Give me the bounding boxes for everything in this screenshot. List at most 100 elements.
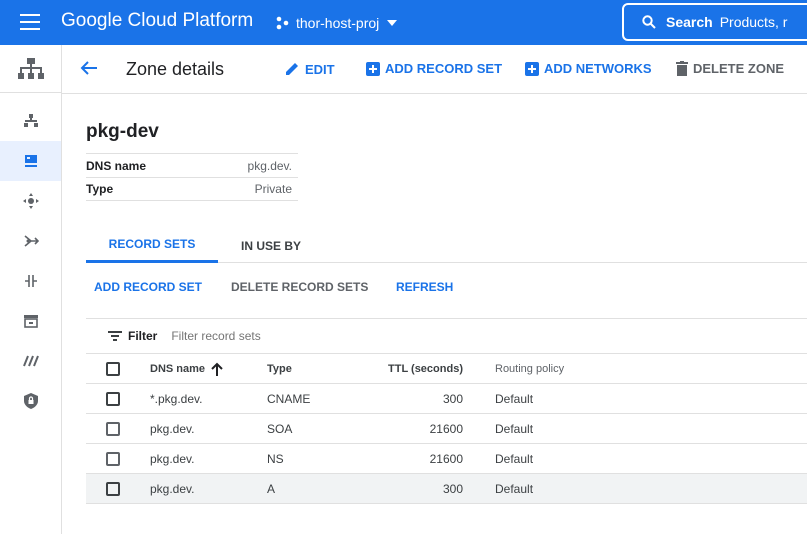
edit-button[interactable]: EDIT xyxy=(284,61,335,77)
row-checkbox[interactable] xyxy=(106,421,120,436)
column-header-dns-name[interactable]: DNS name xyxy=(150,353,267,384)
tab-record-sets[interactable]: RECORD SETS xyxy=(86,228,218,263)
detail-value: pkg.dev. xyxy=(247,158,292,173)
header-add-record-set-button[interactable]: ADD RECORD SET xyxy=(366,61,502,76)
app-title[interactable]: Google Cloud Platform xyxy=(61,10,253,32)
detail-row-type: Type Private xyxy=(86,177,298,201)
private-service-connect-icon[interactable] xyxy=(0,381,61,421)
add-record-set-label: ADD RECORD SET xyxy=(385,61,503,76)
detail-key: DNS name xyxy=(86,158,147,173)
spacer-cell xyxy=(463,413,495,444)
cell-type: CNAME xyxy=(267,383,367,414)
row-select-cell xyxy=(86,413,150,444)
tab-in-use-by[interactable]: IN USE BY xyxy=(218,228,324,263)
record-sets-table: DNS name Type TTL (seconds) Routing poli… xyxy=(86,353,807,504)
project-selector[interactable]: thor-host-proj xyxy=(276,12,403,34)
select-all-checkbox[interactable] xyxy=(106,361,120,376)
cell-type: SOA xyxy=(267,413,367,444)
search-icon xyxy=(642,15,656,29)
network-services-icon[interactable] xyxy=(0,45,61,93)
spacer-cell xyxy=(463,443,495,474)
zone-details-list: DNS name pkg.dev. Type Private xyxy=(86,153,298,201)
project-icon xyxy=(276,16,289,30)
cell-dns-name: pkg.dev. xyxy=(150,473,267,504)
cdn-icon[interactable] xyxy=(0,181,61,221)
page-title: Zone details xyxy=(126,59,225,79)
row-checkbox[interactable] xyxy=(106,391,120,406)
column-header-routing-policy[interactable]: Routing policy xyxy=(495,353,807,384)
column-label: Routing policy xyxy=(495,362,565,375)
arrow-up-icon xyxy=(211,362,223,376)
detail-value: Private xyxy=(254,182,292,196)
cell-routing-policy: Default xyxy=(495,413,807,444)
cell-ttl: 300 xyxy=(367,473,463,504)
cell-routing-policy: Default xyxy=(495,473,807,504)
add-box-icon xyxy=(366,61,380,76)
service-directory-icon[interactable] xyxy=(0,301,61,341)
trash-icon xyxy=(676,61,688,76)
select-all-cell xyxy=(86,353,150,384)
traffic-director-icon[interactable] xyxy=(0,261,61,301)
row-select-cell xyxy=(86,443,150,474)
project-name: thor-host-proj xyxy=(296,15,380,31)
delete-record-sets-button[interactable]: DELETE RECORD SETS xyxy=(231,280,368,294)
search-label: Search xyxy=(666,14,713,30)
detail-key: Type xyxy=(86,182,114,196)
column-label: TTL (seconds) xyxy=(388,362,463,375)
spacer-cell xyxy=(463,353,495,384)
detail-row-dns-name: DNS name pkg.dev. xyxy=(86,153,298,177)
pencil-icon xyxy=(286,63,298,75)
add-box-icon xyxy=(525,61,539,76)
add-networks-label: ADD NETWORKS xyxy=(544,61,652,76)
column-label: DNS name xyxy=(150,362,206,375)
cell-routing-policy: Default xyxy=(495,443,807,474)
table-row[interactable]: *.pkg.dev. CNAME 300 Default xyxy=(86,383,807,414)
filter-bar: Filter xyxy=(86,318,807,353)
cell-ttl: 300 xyxy=(367,383,463,414)
filter-input[interactable] xyxy=(171,329,472,343)
table-header-row: DNS name Type TTL (seconds) Routing poli… xyxy=(86,353,807,384)
search-box[interactable]: Search Products, r xyxy=(622,3,807,41)
column-label: Type xyxy=(267,362,292,375)
table-row[interactable]: pkg.dev. A 300 Default xyxy=(86,473,807,504)
cell-type: A xyxy=(267,473,367,504)
zone-header-bar: Zone details EDIT ADD RECORD SET ADD NET… xyxy=(62,45,807,94)
row-checkbox[interactable] xyxy=(106,451,120,466)
row-select-cell xyxy=(86,383,150,414)
cell-dns-name: *.pkg.dev. xyxy=(150,383,267,414)
cloud-nat-icon[interactable] xyxy=(0,221,61,261)
chevron-down-icon xyxy=(387,20,398,26)
top-bar: Google Cloud Platform thor-host-proj Sea… xyxy=(0,0,807,45)
cell-type: NS xyxy=(267,443,367,474)
delete-zone-label: DELETE ZONE xyxy=(693,61,785,76)
cell-dns-name: pkg.dev. xyxy=(150,413,267,444)
search-placeholder: Products, r xyxy=(719,14,788,30)
left-nav-rail xyxy=(0,45,62,534)
spacer-cell xyxy=(463,473,495,504)
edit-label: EDIT xyxy=(305,61,335,77)
cell-ttl: 21600 xyxy=(367,443,463,474)
row-select-cell xyxy=(86,473,150,504)
cell-routing-policy: Default xyxy=(495,383,807,414)
load-balancing-icon[interactable] xyxy=(0,101,61,141)
add-record-set-button[interactable]: ADD RECORD SET xyxy=(94,280,202,294)
zone-name: pkg-dev xyxy=(86,121,159,142)
cloud-domains-icon[interactable] xyxy=(0,341,61,381)
cell-ttl: 21600 xyxy=(367,413,463,444)
back-arrow-icon[interactable] xyxy=(80,59,98,82)
cell-dns-name: pkg.dev. xyxy=(150,443,267,474)
tab-bar: RECORD SETS IN USE BY xyxy=(86,228,807,263)
cloud-dns-icon[interactable] xyxy=(0,141,61,181)
refresh-button[interactable]: REFRESH xyxy=(396,280,453,294)
column-header-ttl[interactable]: TTL (seconds) xyxy=(367,353,463,384)
row-checkbox[interactable] xyxy=(106,481,120,496)
filter-icon xyxy=(108,331,122,341)
add-networks-button[interactable]: ADD NETWORKS xyxy=(525,61,652,76)
delete-zone-button[interactable]: DELETE ZONE xyxy=(676,61,784,76)
spacer-cell xyxy=(463,383,495,414)
table-row[interactable]: pkg.dev. NS 21600 Default xyxy=(86,443,807,474)
column-header-type[interactable]: Type xyxy=(267,353,367,384)
table-row[interactable]: pkg.dev. SOA 21600 Default xyxy=(86,413,807,444)
filter-label: Filter xyxy=(128,329,158,343)
menu-icon[interactable] xyxy=(20,14,40,30)
